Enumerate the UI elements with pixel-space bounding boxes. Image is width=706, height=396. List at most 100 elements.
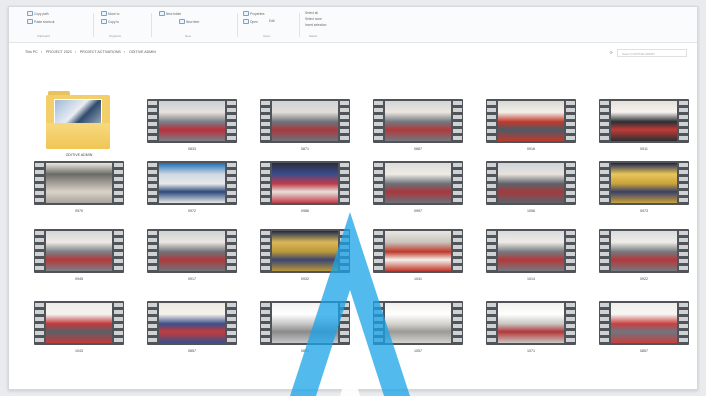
- thumbnail-photo: [385, 303, 451, 343]
- breadcrumb-item[interactable]: PROJECT 2023: [46, 50, 72, 54]
- video-thumbnail: [147, 229, 237, 273]
- breadcrumb-item[interactable]: PROJECT ACTIVATIONS: [80, 50, 121, 54]
- ribbon-group-clipboard: Copy path Paste shortcut Clipboard: [27, 11, 87, 39]
- video-file-item[interactable]: 1057: [363, 299, 473, 369]
- thumbnail-photo: [272, 101, 338, 141]
- video-thumbnail: [486, 99, 576, 143]
- thumbnail-photo: [611, 101, 677, 141]
- ribbon-divider: [151, 13, 152, 37]
- thumbnail-photo: [498, 101, 564, 141]
- copy-path-button[interactable]: Copy path: [27, 11, 49, 16]
- breadcrumb: This PC › PROJECT 2023 › PROJECT ACTIVATIO…: [25, 50, 156, 54]
- select-none-button[interactable]: Select none: [305, 17, 322, 21]
- video-file-item[interactable]: 0972: [137, 159, 247, 229]
- thumbnail-photo: [611, 231, 677, 271]
- video-file-item[interactable]: 0887: [363, 97, 473, 167]
- thumbnail-photo: [159, 303, 225, 343]
- thumbnail-photo: [611, 163, 677, 203]
- video-file-item[interactable]: 0916: [476, 97, 586, 167]
- video-file-item[interactable]: 0945: [24, 227, 134, 297]
- file-label: 0857: [188, 349, 196, 353]
- video-thumbnail: [486, 229, 576, 273]
- file-label: 0945: [75, 277, 83, 281]
- new-folder-icon: [159, 11, 165, 16]
- video-file-item[interactable]: 0857: [137, 299, 247, 369]
- video-file-item[interactable]: 0932: [250, 227, 360, 297]
- ribbon-divider: [237, 13, 238, 37]
- thumbnail-photo: [159, 163, 225, 203]
- thumbnail-photo: [498, 163, 564, 203]
- video-file-item[interactable]: 1043: [24, 299, 134, 369]
- video-file-item[interactable]: 0833: [137, 97, 247, 167]
- video-file-item[interactable]: 0973: [589, 159, 697, 229]
- video-thumbnail: [599, 161, 689, 205]
- thumbnail-photo: [611, 303, 677, 343]
- file-label: 0986: [301, 209, 309, 213]
- move-to-icon: [101, 11, 107, 16]
- video-file-item[interactable]: 1056: [476, 159, 586, 229]
- video-thumbnail: [486, 161, 576, 205]
- thumbnail-photo: [46, 163, 112, 203]
- move-to-button[interactable]: Move to: [101, 11, 119, 16]
- ribbon-group-label: New: [185, 34, 192, 38]
- search-input[interactable]: Search ODITIVE ADMIN: [617, 49, 687, 57]
- properties-button[interactable]: Properties: [243, 11, 265, 16]
- new-item-icon: [179, 19, 185, 24]
- video-thumbnail: [34, 301, 124, 345]
- folder-item[interactable]: ODITIVE ADMIN: [24, 91, 134, 167]
- ribbon-divider: [93, 13, 94, 37]
- ribbon-divider: [299, 13, 300, 37]
- edit-button[interactable]: Edit: [269, 19, 275, 23]
- video-thumbnail: [260, 161, 350, 205]
- new-folder-button[interactable]: New folder: [159, 11, 181, 16]
- file-label: 0972: [188, 209, 196, 213]
- video-thumbnail: [599, 301, 689, 345]
- video-file-item[interactable]: 0970: [24, 159, 134, 229]
- invert-selection-button[interactable]: Invert selection: [305, 23, 326, 27]
- video-thumbnail: [147, 301, 237, 345]
- video-file-item[interactable]: 1071: [476, 299, 586, 369]
- video-file-item[interactable]: 1014: [476, 227, 586, 297]
- video-file-item[interactable]: 0917: [137, 227, 247, 297]
- video-thumbnail: [486, 301, 576, 345]
- copy-to-button[interactable]: Copy to: [101, 19, 119, 24]
- refresh-icon[interactable]: ⟳: [610, 50, 613, 55]
- select-all-button[interactable]: Select all: [305, 11, 318, 15]
- file-label: 0932: [301, 277, 309, 281]
- thumbnail-photo: [498, 303, 564, 343]
- file-label: 0887: [414, 147, 422, 151]
- address-bar: This PC › PROJECT 2023 › PROJECT ACTIVATIO…: [9, 47, 697, 59]
- ribbon-group-label: Select: [309, 34, 318, 38]
- paste-shortcut-button[interactable]: Paste shortcut: [27, 19, 54, 24]
- open-button[interactable]: Open: [243, 19, 258, 24]
- video-file-item[interactable]: 0997: [363, 159, 473, 229]
- thumbnail-photo: [159, 231, 225, 271]
- video-file-item[interactable]: 0986: [250, 159, 360, 229]
- thumbnail-photo: [272, 303, 338, 343]
- file-label: 0911: [640, 147, 648, 151]
- video-thumbnail: [599, 229, 689, 273]
- breadcrumb-item[interactable]: This PC: [25, 50, 38, 54]
- ribbon-group-organize: Move to Copy to Organize: [101, 11, 147, 39]
- video-file-item[interactable]: 0871: [250, 97, 360, 167]
- video-thumbnail: [147, 99, 237, 143]
- thumbnail-photo: [46, 303, 112, 343]
- video-file-item[interactable]: 0857: [589, 299, 697, 369]
- file-label: 0973: [640, 209, 648, 213]
- breadcrumb-item[interactable]: ODITIVE ADMIN: [129, 50, 156, 54]
- file-label: 1043: [75, 349, 83, 353]
- video-file-item[interactable]: 0821: [250, 299, 360, 369]
- thumbnail-photo: [159, 101, 225, 141]
- video-file-item[interactable]: 0922: [589, 227, 697, 297]
- file-label: 0997: [414, 209, 422, 213]
- file-label: 0821: [301, 349, 309, 353]
- video-thumbnail: [599, 99, 689, 143]
- video-thumbnail: [34, 229, 124, 273]
- video-thumbnail: [373, 229, 463, 273]
- video-file-item[interactable]: 1041: [363, 227, 473, 297]
- new-item-button[interactable]: New item: [179, 19, 199, 24]
- folder-icon: [46, 89, 110, 149]
- thumbnail-photo: [272, 231, 338, 271]
- properties-icon: [243, 11, 249, 16]
- video-file-item[interactable]: 0911: [589, 97, 697, 167]
